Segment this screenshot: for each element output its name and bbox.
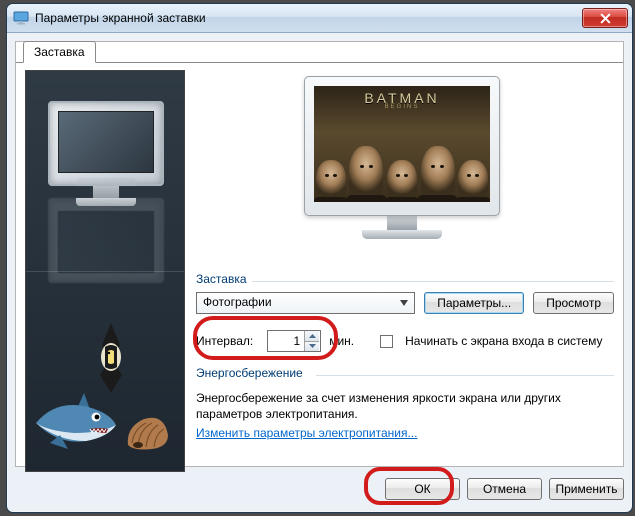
monitor-reflection: [48, 223, 164, 283]
interval-unit: мин.: [329, 334, 354, 348]
angelfish-icon: [88, 323, 134, 393]
settings-button[interactable]: Параметры...: [424, 292, 524, 314]
tab-screensaver[interactable]: Заставка: [23, 41, 96, 63]
preview-button[interactable]: Просмотр: [533, 292, 614, 314]
titlebar: Параметры экранной заставки: [7, 4, 632, 33]
group-label: Заставка: [196, 272, 247, 286]
interval-input[interactable]: [268, 331, 304, 351]
energy-description: Энергосбережение за счет изменения яркос…: [196, 390, 610, 422]
app-icon: [13, 10, 29, 26]
resume-checkbox[interactable]: [380, 335, 393, 348]
window-title: Параметры экранной заставки: [35, 11, 582, 25]
settings-area: BATMAN BEGINS: [196, 70, 614, 466]
dialog-button-bar: ОК Отмена Применить: [15, 474, 624, 504]
cancel-button[interactable]: Отмена: [467, 478, 542, 500]
dropdown-icon: [396, 295, 412, 311]
tab-divider: [16, 62, 623, 63]
aquarium-illustration: [26, 311, 184, 461]
group-label: Энергосбережение: [196, 366, 303, 380]
spinner-up[interactable]: [305, 331, 319, 342]
group-energy: Энергосбережение: [196, 366, 614, 380]
side-preview-panel: [25, 70, 185, 472]
close-icon: [600, 13, 611, 24]
group-screensaver: Заставка: [196, 272, 614, 286]
screensaver-select[interactable]: Фотографии: [196, 292, 415, 314]
spinner-down[interactable]: [305, 342, 319, 352]
close-button[interactable]: [582, 8, 628, 28]
interval-label: Интервал:: [196, 334, 253, 348]
shell-icon: [124, 415, 170, 451]
apply-button[interactable]: Применить: [549, 478, 624, 500]
screensaver-dialog: Параметры экранной заставки Заставка: [6, 3, 633, 513]
client-area: Заставка: [15, 41, 624, 467]
interval-spinner[interactable]: [267, 330, 321, 352]
tab-content: BATMAN BEGINS: [16, 63, 623, 466]
shark-icon: [30, 385, 118, 451]
resume-label: Начинать с экрана входа в систему: [405, 334, 602, 348]
power-settings-link[interactable]: Изменить параметры электропитания...: [196, 426, 417, 440]
screensaver-preview: BATMAN BEGINS: [304, 76, 500, 239]
preview-subtitle: BEGINS: [385, 104, 420, 110]
ok-button[interactable]: ОК: [385, 478, 460, 500]
tab-label: Заставка: [34, 45, 85, 59]
screensaver-select-value: Фотографии: [203, 295, 272, 309]
